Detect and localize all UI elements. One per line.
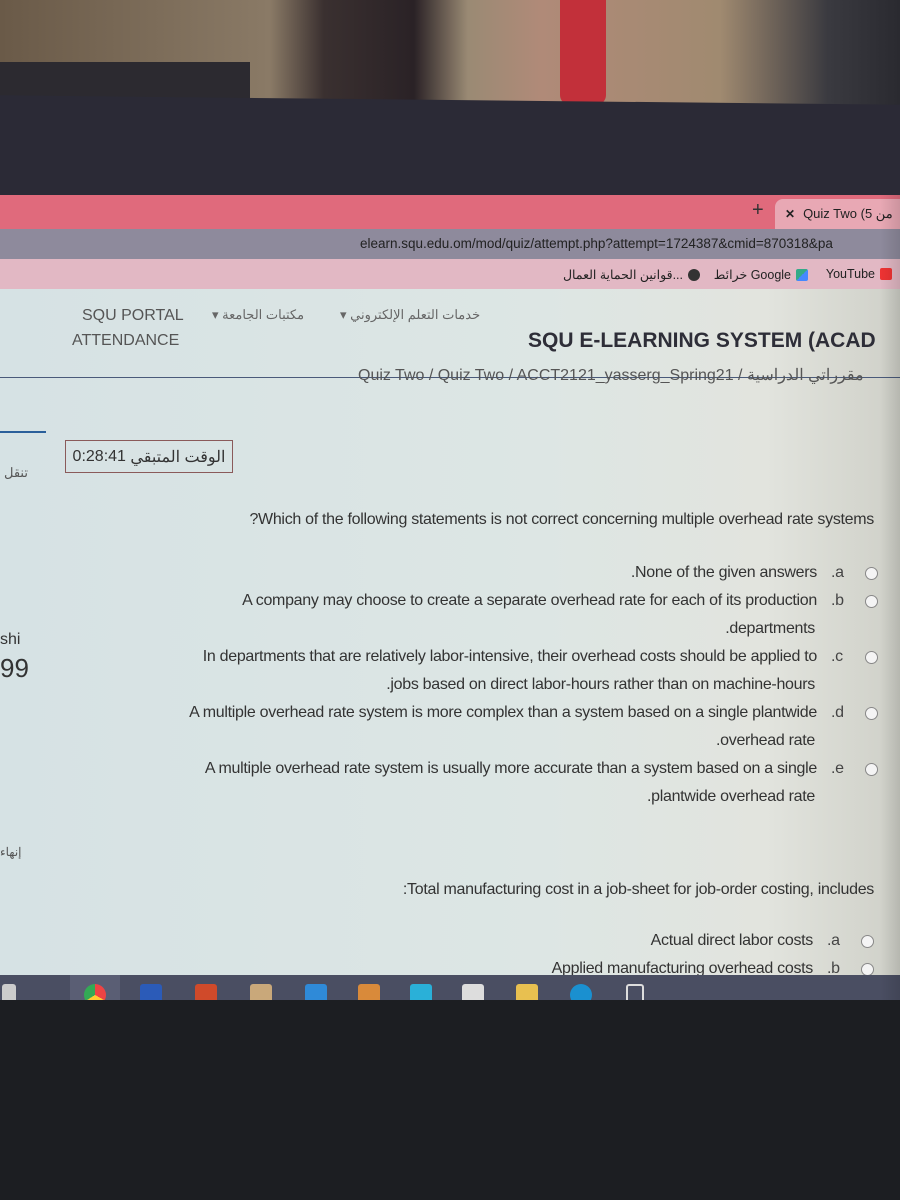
- sidebar-navigation-label: تنقل: [4, 465, 28, 480]
- timer-value: 0:28:41: [72, 447, 126, 465]
- nav-elearning-services[interactable]: ▾ خدمات التعلم الإلكتروني: [340, 307, 480, 323]
- powerpoint-icon[interactable]: [195, 984, 217, 1000]
- question-1-options: .None of the given answers .a A company m…: [189, 559, 878, 811]
- task-view-icon[interactable]: [626, 984, 644, 1000]
- radio-button[interactable]: [865, 706, 878, 720]
- sidebar-user-name: shi: [0, 631, 21, 648]
- battery-icon[interactable]: [2, 984, 16, 1000]
- time-remaining-box: 0:28:41 الوقت المتبقي: [65, 440, 233, 473]
- screen-edge-shadow: [880, 195, 900, 1000]
- radio-button[interactable]: [865, 762, 878, 776]
- option-a[interactable]: .None of the given answers .a: [189, 559, 878, 587]
- sidebar-accent-line: [0, 431, 46, 433]
- nav-squ-portal[interactable]: SQU PORTAL: [82, 307, 184, 325]
- windows-taskbar: [0, 975, 900, 1000]
- chrome-icon[interactable]: [70, 975, 120, 1000]
- radio-button[interactable]: [865, 650, 878, 664]
- monitor-bezel: [0, 95, 900, 205]
- sidebar-question-number[interactable]: 99: [0, 653, 29, 684]
- quiz-page: SQU PORTAL ▾ مكتبات الجامعة ▾ خدمات التع…: [0, 289, 900, 1000]
- globe-icon: [688, 268, 700, 281]
- question-1-text: ?Which of the following statements is no…: [249, 511, 874, 528]
- new-tab-button[interactable]: +: [752, 199, 764, 222]
- url-text[interactable]: elearn.squ.edu.om/mod/quiz/attempt.php?a…: [360, 236, 833, 251]
- file-explorer-icon[interactable]: [516, 984, 538, 1000]
- breadcrumb[interactable]: Quiz Two / Quiz Two / ACCT2121_yasserg_S…: [358, 365, 864, 385]
- bookmark-labor-law[interactable]: قوانين الحماية العمال...: [563, 267, 700, 282]
- question-2-text: :Total manufacturing cost in a job-sheet…: [402, 881, 874, 898]
- bookmark-maps[interactable]: خرائط Google: [714, 267, 808, 282]
- option-c[interactable]: In departments that are relatively labor…: [189, 643, 878, 671]
- background-red-object: [560, 0, 606, 105]
- store-icon[interactable]: [462, 984, 484, 1000]
- sidebar-finish-link[interactable]: إنهاء: [0, 845, 22, 859]
- site-title[interactable]: SQU E-LEARNING SYSTEM (ACAD: [528, 329, 876, 353]
- word-icon[interactable]: [140, 984, 162, 1000]
- address-bar[interactable]: elearn.squ.edu.om/mod/quiz/attempt.php?a…: [0, 229, 900, 259]
- radio-button[interactable]: [861, 934, 874, 948]
- nav-attendance[interactable]: ATTENDANCE: [72, 332, 179, 350]
- monitor-screen: + ✕ Quiz Two (5 من elearn.squ.edu.om/mod…: [0, 195, 900, 1000]
- l-app-icon[interactable]: [410, 984, 432, 1000]
- photo-app-icon[interactable]: [358, 984, 380, 1000]
- bookmarks-bar: YouTube خرائط Google قوانين الحماية العم…: [0, 259, 900, 289]
- timer-label: الوقت المتبقي: [130, 448, 226, 466]
- option-b[interactable]: A company may choose to create a separat…: [189, 587, 878, 615]
- radio-button[interactable]: [865, 594, 878, 608]
- option-e[interactable]: A multiple overhead rate system is usual…: [189, 755, 878, 783]
- app-m-icon[interactable]: [250, 984, 272, 1000]
- browser-tab-bar: + ✕ Quiz Two (5 من: [0, 195, 900, 229]
- option-a[interactable]: Actual direct labor costs .a: [552, 927, 874, 955]
- close-tab-icon[interactable]: ✕: [785, 207, 795, 221]
- maps-icon: [796, 268, 808, 281]
- edge-icon[interactable]: [570, 984, 592, 1000]
- nav-university-libraries[interactable]: ▾ مكتبات الجامعة: [212, 307, 304, 323]
- background-room: [0, 0, 900, 110]
- radio-button[interactable]: [865, 566, 878, 580]
- radio-button[interactable]: [861, 962, 874, 976]
- option-d[interactable]: A multiple overhead rate system is more …: [189, 699, 878, 727]
- mail-icon[interactable]: [305, 984, 327, 1000]
